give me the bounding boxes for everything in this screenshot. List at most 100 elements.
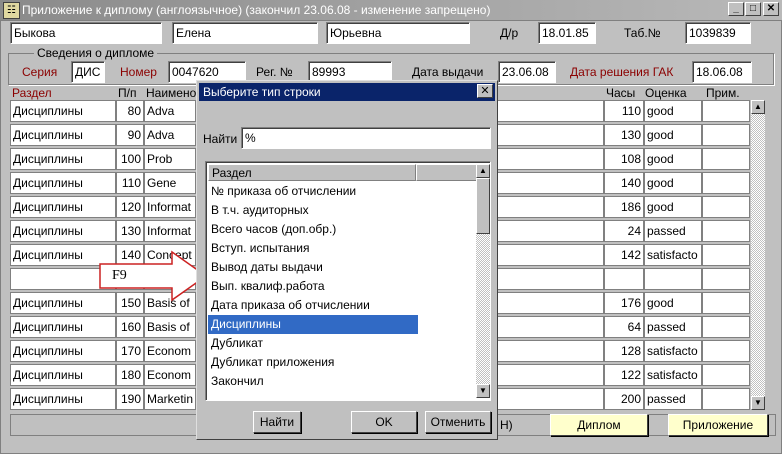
cell-note[interactable]: [702, 124, 750, 146]
dialog-list-item[interactable]: Дубликат приложения: [208, 353, 480, 372]
dialog-list[interactable]: Раздел № приказа об отчислении В т.ч. ауд…: [205, 161, 491, 401]
cell-section[interactable]: Дисциплины: [10, 124, 116, 146]
cell-section[interactable]: Дисциплины: [10, 316, 116, 338]
cell-section[interactable]: Дисциплины: [10, 340, 116, 362]
cell-note[interactable]: [702, 292, 750, 314]
app-icon[interactable]: ☷: [3, 2, 20, 19]
cell-grade[interactable]: passed: [644, 316, 702, 338]
cell-hours[interactable]: 128: [604, 340, 644, 362]
cell-name[interactable]: Basis of: [144, 316, 196, 338]
supplement-button[interactable]: Приложение: [668, 414, 768, 436]
tab-no-field[interactable]: 1039839: [685, 22, 751, 44]
cell-grade[interactable]: good: [644, 148, 702, 170]
last-name-field[interactable]: Быкова: [10, 22, 162, 44]
dialog-list-header[interactable]: Раздел: [208, 164, 416, 181]
dialog-ok-button[interactable]: OK: [351, 411, 417, 433]
cell-pp[interactable]: 180: [116, 364, 144, 386]
issue-date-field[interactable]: 23.06.08: [498, 61, 556, 83]
cell-pp[interactable]: 170: [116, 340, 144, 362]
cell-hours[interactable]: 142: [604, 244, 644, 266]
cell-hours[interactable]: 108: [604, 148, 644, 170]
cell-grade[interactable]: satisfacto: [644, 340, 702, 362]
cell-note[interactable]: [702, 196, 750, 218]
patronymic-field[interactable]: Юрьевна: [326, 22, 470, 44]
dialog-list-item[interactable]: Вывод даты выдачи: [208, 258, 480, 277]
cell-hours[interactable]: 64: [604, 316, 644, 338]
cell-hours[interactable]: 140: [604, 172, 644, 194]
cell-grade[interactable]: good: [644, 196, 702, 218]
cell-grade[interactable]: passed: [644, 388, 702, 410]
dialog-scroll-down-button[interactable]: ▼: [476, 384, 490, 398]
cell-note[interactable]: [702, 172, 750, 194]
dialog-list-header-extra[interactable]: [416, 164, 478, 181]
cell-pp[interactable]: 130: [116, 220, 144, 242]
dialog-list-item[interactable]: Вступ. испытания: [208, 239, 480, 258]
dialog-list-item[interactable]: Дубликат: [208, 334, 480, 353]
dialog-scroll-thumb[interactable]: [476, 178, 490, 234]
cell-note[interactable]: [702, 148, 750, 170]
cell-pp[interactable]: 160: [116, 316, 144, 338]
cell-section[interactable]: Дисциплины: [10, 364, 116, 386]
dialog-close-button[interactable]: ✕: [477, 84, 493, 98]
cell-grade[interactable]: good: [644, 172, 702, 194]
table-scroll-down-button[interactable]: ▼: [751, 396, 765, 410]
cell-pp[interactable]: 80: [116, 100, 144, 122]
dialog-find-button[interactable]: Найти: [253, 411, 301, 433]
cell-note[interactable]: [702, 244, 750, 266]
dialog-list-item[interactable]: № приказа об отчислении: [208, 182, 480, 201]
cell-hours[interactable]: 110: [604, 100, 644, 122]
dialog-list-item[interactable]: Всего часов (доп.обр.): [208, 220, 480, 239]
dialog-list-item[interactable]: Дисциплины: [208, 315, 418, 334]
diploma-button[interactable]: Диплом: [550, 414, 648, 436]
cell-grade[interactable]: [644, 268, 702, 290]
dialog-find-input[interactable]: %: [241, 127, 491, 149]
close-button[interactable]: ✕: [763, 2, 779, 16]
cell-name[interactable]: Gene: [144, 172, 196, 194]
cell-pp[interactable]: 100: [116, 148, 144, 170]
cell-name[interactable]: Econom: [144, 364, 196, 386]
cell-grade[interactable]: satisfacto: [644, 364, 702, 386]
cell-hours[interactable]: 130: [604, 124, 644, 146]
cell-grade[interactable]: good: [644, 292, 702, 314]
dialog-list-item[interactable]: Закончил: [208, 372, 480, 391]
first-name-field[interactable]: Елена: [172, 22, 318, 44]
cell-grade[interactable]: satisfacto: [644, 244, 702, 266]
cell-section[interactable]: Дисциплины: [10, 100, 116, 122]
cell-section[interactable]: Дисциплины: [10, 196, 116, 218]
cell-note[interactable]: [702, 316, 750, 338]
cell-section[interactable]: Дисциплины: [10, 148, 116, 170]
cell-note[interactable]: [702, 220, 750, 242]
cell-name[interactable]: Prob: [144, 148, 196, 170]
cell-name[interactable]: Adva: [144, 124, 196, 146]
dialog-list-item[interactable]: В т.ч. аудиторных: [208, 201, 480, 220]
cell-name[interactable]: Marketin: [144, 388, 196, 410]
cell-name[interactable]: Adva: [144, 100, 196, 122]
cell-hours[interactable]: [604, 268, 644, 290]
cell-pp[interactable]: 90: [116, 124, 144, 146]
dialog-cancel-button[interactable]: Отменить: [425, 411, 491, 433]
minimize-button[interactable]: _: [728, 2, 744, 16]
cell-note[interactable]: [702, 388, 750, 410]
dob-field[interactable]: 18.01.85: [538, 22, 596, 44]
cell-pp[interactable]: 120: [116, 196, 144, 218]
cell-note[interactable]: [702, 340, 750, 362]
cell-section[interactable]: Дисциплины: [10, 388, 116, 410]
table-scroll-up-button[interactable]: ▲: [751, 100, 765, 114]
dialog-scroll-up-button[interactable]: ▲: [476, 164, 490, 178]
cell-name[interactable]: Informat: [144, 196, 196, 218]
cell-pp[interactable]: 190: [116, 388, 144, 410]
table-scrollbar[interactable]: [751, 100, 765, 410]
cell-pp[interactable]: 110: [116, 172, 144, 194]
cell-section[interactable]: Дисциплины: [10, 172, 116, 194]
cell-name[interactable]: Informat: [144, 220, 196, 242]
cell-hours[interactable]: 200: [604, 388, 644, 410]
cell-grade[interactable]: good: [644, 100, 702, 122]
cell-hours[interactable]: 176: [604, 292, 644, 314]
dialog-list-item[interactable]: Дата приказа об отчислении: [208, 296, 480, 315]
cell-note[interactable]: [702, 364, 750, 386]
series-field[interactable]: ДИС: [71, 61, 105, 83]
dialog-list-item[interactable]: Вып. квалиф.работа: [208, 277, 480, 296]
cell-hours[interactable]: 186: [604, 196, 644, 218]
cell-note[interactable]: [702, 268, 750, 290]
cell-note[interactable]: [702, 100, 750, 122]
